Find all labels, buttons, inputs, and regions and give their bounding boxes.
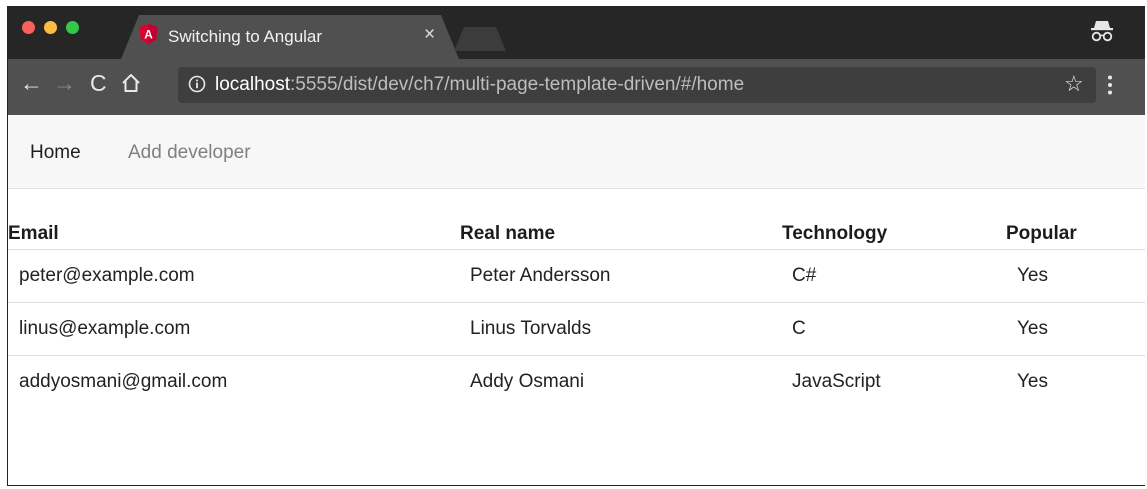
tab-strip: A Switching to Angular × (8, 6, 1145, 59)
active-tab[interactable]: A Switching to Angular × (121, 15, 459, 59)
app-navbar: Home Add developer (8, 115, 1145, 189)
cell-popular: Yes (1017, 371, 1048, 392)
home-icon[interactable] (120, 72, 142, 94)
bookmark-star-icon[interactable]: ☆ (1064, 71, 1084, 97)
reload-icon[interactable]: C (90, 72, 107, 95)
cell-technology: C (792, 318, 806, 339)
table-row: peter@example.com Peter Andersson C# Yes (8, 250, 1145, 303)
column-header-email: Email (8, 223, 59, 244)
nav-home-link[interactable]: Home (30, 142, 81, 164)
angular-logo-letter: A (144, 28, 153, 42)
address-bar[interactable]: localhost:5555/dist/dev/ch7/multi-page-t… (178, 67, 1096, 103)
menu-kebab-icon[interactable] (1108, 75, 1112, 97)
cell-email: linus@example.com (19, 318, 191, 339)
column-header-real-name: Real name (460, 223, 556, 244)
cell-email: addyosmani@gmail.com (19, 371, 228, 392)
browser-window: A Switching to Angular × ← → C localhost… (7, 6, 1145, 486)
back-arrow-icon[interactable]: ← (20, 72, 43, 95)
cell-technology: C# (792, 265, 817, 286)
url-text[interactable]: localhost:5555/dist/dev/ch7/multi-page-t… (215, 74, 744, 96)
browser-toolbar: ← → C localhost:5555/dist/dev/ch7/multi-… (8, 59, 1145, 115)
cell-technology: JavaScript (792, 371, 881, 392)
tab-close-icon[interactable]: × (424, 24, 435, 46)
cell-real-name: Linus Torvalds (470, 318, 592, 339)
forward-arrow-icon[interactable]: → (53, 72, 76, 95)
tab-title: Switching to Angular (168, 27, 323, 46)
cell-real-name: Addy Osmani (470, 371, 585, 392)
cell-popular: Yes (1017, 318, 1048, 339)
url-host: localhost (215, 74, 290, 95)
cell-email: peter@example.com (19, 265, 195, 286)
minimize-window-button[interactable] (44, 21, 57, 34)
url-path: :5555/dist/dev/ch7/multi-page-template-d… (290, 74, 745, 95)
nav-add-developer-link[interactable]: Add developer (128, 142, 251, 164)
angular-logo-icon: A (139, 24, 158, 44)
table-row: addyosmani@gmail.com Addy Osmani JavaScr… (8, 356, 1145, 409)
column-header-popular: Popular (1006, 223, 1077, 244)
maximize-window-button[interactable] (66, 21, 79, 34)
info-icon[interactable] (188, 75, 206, 93)
table-row: linus@example.com Linus Torvalds C Yes (8, 303, 1145, 356)
new-tab-button[interactable] (454, 27, 506, 51)
cell-popular: Yes (1017, 265, 1048, 286)
column-header-technology: Technology (782, 223, 888, 244)
incognito-icon (1091, 21, 1113, 42)
close-window-button[interactable] (22, 21, 35, 34)
cell-real-name: Peter Andersson (470, 265, 611, 286)
